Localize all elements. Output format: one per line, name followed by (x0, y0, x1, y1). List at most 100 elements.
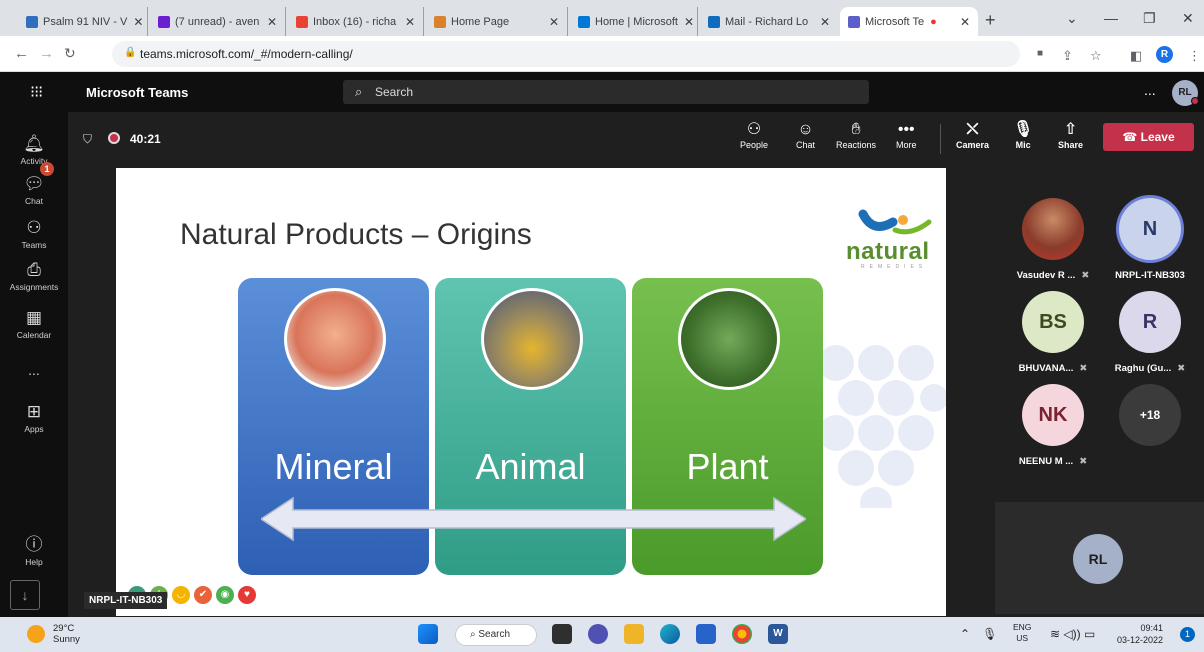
chat-button[interactable]: ☺ Chat (796, 120, 815, 150)
search-input[interactable]: ⌕ Search (343, 80, 869, 104)
file-explorer-icon[interactable] (624, 624, 644, 644)
weather-widget[interactable]: 29°C Sunny (53, 623, 80, 645)
close-tab-icon[interactable]: ✕ (814, 15, 830, 29)
close-tab-icon[interactable]: ✕ (954, 15, 970, 29)
tab-favicon-icon (578, 15, 590, 28)
rail-chat[interactable]: 💬︎ Chat (0, 174, 68, 206)
participant-name: NEENU M ... (1018, 456, 1074, 467)
decorative-dots (818, 345, 946, 508)
rail-teams[interactable]: ⚇ Teams (0, 218, 68, 250)
help-icon: ⓘ (25, 535, 43, 554)
browser-tab-active[interactable]: Microsoft Te ● ✕ (840, 7, 978, 36)
back-icon[interactable]: ← (14, 45, 29, 62)
browser-tab[interactable]: Home Page ✕ (426, 7, 568, 36)
share-button[interactable]: ⇧ Share (1058, 120, 1083, 150)
participant-photo (1022, 198, 1084, 260)
camera-in-use-icon[interactable]: ■ (1037, 48, 1043, 59)
rail-activity[interactable]: 🔔︎ Activity (0, 134, 68, 166)
teams-header: ⁝⁝⁝ Microsoft Teams ⌕ Search ... RL (0, 72, 1204, 112)
tray-overflow-icon[interactable]: ⌃ (960, 627, 970, 641)
taskbar-search-label: Search (478, 629, 511, 640)
more-label: More (896, 140, 917, 150)
rail-label: Calendar (16, 330, 52, 340)
bookmark-star-icon[interactable]: ☆ (1090, 48, 1102, 64)
url-text[interactable]: teams.microsoft.com/_#/modern-calling/ (140, 47, 353, 61)
share-icon[interactable]: ⇪ (1062, 48, 1073, 64)
rail-label: Teams (21, 240, 47, 250)
participant-tile[interactable]: N NRPL-IT-NB303 (1100, 198, 1200, 281)
time: 09:41 (1140, 623, 1164, 633)
close-tab-icon[interactable]: ✕ (399, 15, 415, 29)
language-indicator[interactable]: ENG US (1013, 622, 1031, 644)
tab-title: Psalm 91 NIV - V (43, 15, 128, 28)
new-tab-button[interactable]: + (985, 11, 996, 29)
clock[interactable]: 09:41 03-12-2022 (1117, 622, 1163, 646)
reload-icon[interactable]: ↻ (64, 45, 76, 62)
lock-icon[interactable]: 🔒 (124, 47, 136, 58)
participant-tile[interactable]: R Raghu (Gu... ✖ (1100, 291, 1200, 374)
participant-tile[interactable]: NK NEENU M ... ✖ (1003, 384, 1103, 467)
word-icon[interactable]: W (768, 624, 788, 644)
address-bar[interactable]: 🔒 teams.microsoft.com/_#/modern-calling/ (112, 41, 1020, 67)
tab-favicon-icon (708, 15, 720, 28)
browser-tab[interactable]: Psalm 91 NIV - V ✕ (18, 7, 148, 36)
network-volume-battery-icons[interactable]: ≋ ◁)) ▭ (1050, 627, 1095, 641)
download-icon[interactable]: ↓ (10, 580, 40, 610)
app-launcher-icon[interactable]: ⁝⁝⁝ (30, 82, 43, 102)
rail-apps[interactable]: ⊞ Apps (0, 402, 68, 434)
rail-assignments[interactable]: ⎙ Assignments (0, 260, 68, 292)
sidepanel-icon[interactable]: ◧ (1130, 48, 1142, 64)
minimize-icon[interactable]: — (1104, 10, 1118, 26)
more-participants-button[interactable]: +18 (1100, 384, 1200, 446)
share-icon: ⇧ (1063, 121, 1078, 138)
browser-tab[interactable]: (7 unread) - aven ✕ (150, 7, 286, 36)
reactions-button[interactable]: ✋︎ Reactions (836, 120, 876, 150)
rail-calendar[interactable]: ▦ Calendar (0, 308, 68, 340)
rail-more[interactable]: ... (0, 362, 68, 378)
browser-tab[interactable]: Inbox (16) - richa ✕ (288, 7, 424, 36)
more-button[interactable]: ••• More (896, 120, 917, 150)
participant-name: Raghu (Gu... (1114, 363, 1172, 374)
leave-button[interactable]: ☎ Leave (1103, 123, 1194, 151)
store-icon[interactable] (696, 624, 716, 644)
mic-button[interactable]: 🎙︎ Mic (1013, 120, 1033, 150)
browser-tab[interactable]: Mail - Richard Lo ✕ (700, 7, 838, 36)
weather-sun-icon[interactable] (27, 625, 45, 643)
teams-chat-icon[interactable] (588, 624, 608, 644)
close-window-icon[interactable]: ✕ (1182, 10, 1194, 27)
profile-avatar[interactable]: R (1156, 46, 1173, 63)
restore-icon[interactable]: ❐ (1143, 10, 1156, 27)
people-button[interactable]: ⚇ People (740, 120, 768, 150)
chrome-icon[interactable] (732, 624, 752, 644)
settings-more-icon[interactable]: ... (1144, 82, 1156, 98)
tab-title: Mail - Richard Lo (725, 15, 809, 28)
close-tab-icon[interactable]: ✕ (678, 15, 694, 29)
participant-name: Vasudev R ... (1016, 270, 1076, 281)
bell-icon: 🔔︎ (23, 134, 45, 153)
participant-tile[interactable]: Vasudev R ... ✖ (1003, 198, 1103, 281)
apps-icon: ⊞ (26, 402, 42, 421)
close-tab-icon[interactable]: ✕ (127, 15, 143, 29)
tab-favicon-icon (848, 15, 860, 28)
close-tab-icon[interactable]: ✕ (261, 15, 277, 29)
reactions-icon: ✋︎ (851, 121, 861, 138)
close-tab-icon[interactable]: ✕ (543, 15, 559, 29)
browser-menu-icon[interactable]: ⋮ (1188, 48, 1201, 64)
notification-badge[interactable]: 1 (1180, 627, 1195, 642)
browser-tab[interactable]: Home | Microsoft ✕ (570, 7, 698, 36)
camera-button[interactable]: ⛌ Camera (956, 120, 989, 150)
start-icon[interactable] (418, 624, 438, 644)
self-video-tile: RL (995, 502, 1204, 614)
edge-icon[interactable] (660, 624, 680, 644)
rail-label: Assignments (9, 282, 59, 292)
forward-icon[interactable]: → (39, 45, 54, 62)
share-label: Share (1058, 140, 1084, 150)
rail-help[interactable]: ⓘ Help (0, 530, 68, 567)
participant-tile[interactable]: BS BHUVANA... ✖ (1003, 291, 1103, 374)
date: 03-12-2022 (1117, 635, 1164, 645)
tab-search-icon[interactable]: ⌄ (1066, 10, 1078, 27)
reaction-icon: ◉ (216, 586, 234, 604)
taskbar-search[interactable]: ⌕ Search (455, 624, 537, 646)
mic-tray-icon[interactable]: 🎙︎ (982, 627, 997, 641)
task-view-icon[interactable] (552, 624, 572, 644)
